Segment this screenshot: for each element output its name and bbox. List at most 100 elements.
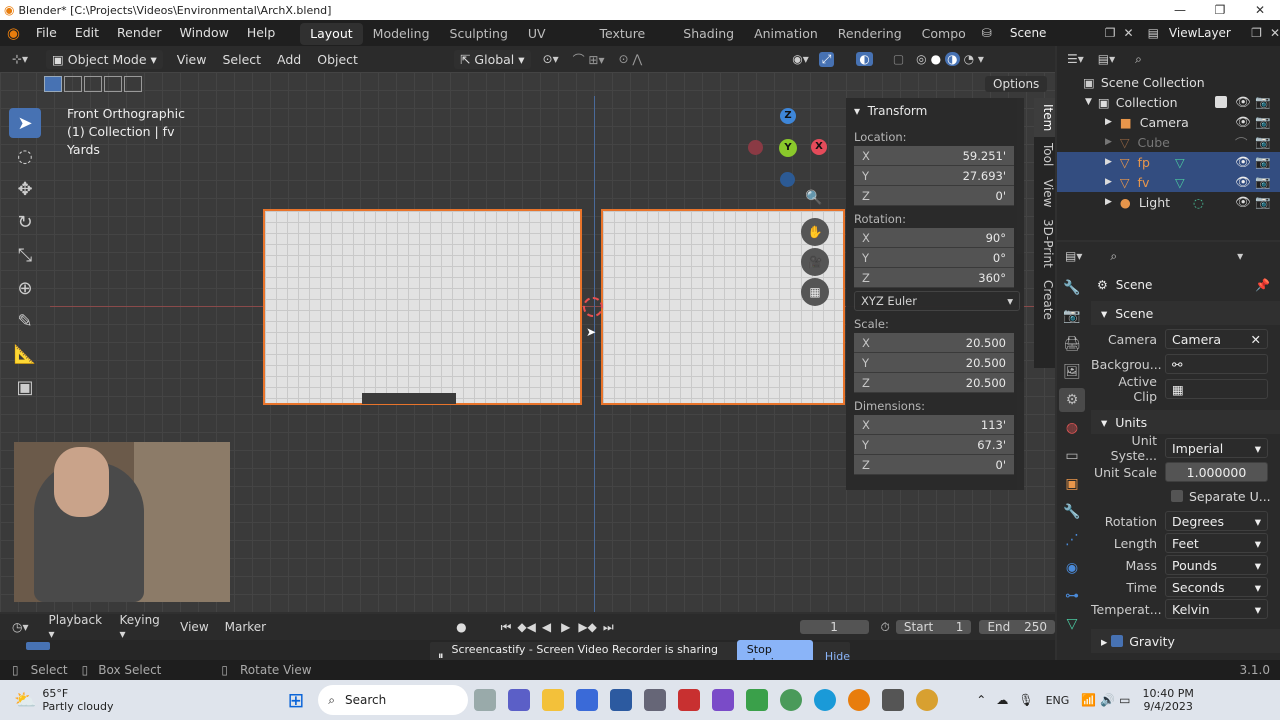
workspace-tab-texture-paint[interactable]: Texture Paint	[589, 23, 673, 63]
current-frame-field[interactable]: 1	[799, 620, 869, 634]
workspace-tab-modeling[interactable]: Modeling	[363, 23, 440, 45]
stopwatch-icon[interactable]: ⏱	[881, 620, 890, 635]
object-properties-icon[interactable]: ▣	[1059, 472, 1085, 496]
navigation-gizmo[interactable]: Z Y X	[745, 105, 835, 195]
jump-end-icon[interactable]: ⏭	[603, 620, 614, 635]
viewport-menu-object[interactable]: Object	[309, 52, 366, 67]
chrome-icon[interactable]	[780, 689, 803, 711]
playhead-marker[interactable]	[26, 642, 50, 650]
workspace-tab-uv-editing[interactable]: UV Editing	[518, 23, 590, 63]
outliner-display-mode-icon[interactable]: ▤▾	[1098, 52, 1115, 66]
data-properties-icon[interactable]: ▽	[1059, 612, 1085, 636]
onedrive-icon[interactable]: ☁	[996, 693, 1008, 707]
jump-start-icon[interactable]: ⏮	[501, 620, 512, 635]
scene-name[interactable]: Scene	[1010, 26, 1105, 40]
transform-orientation-dropdown[interactable]: ⇱ Global ▾	[453, 49, 531, 69]
outliner-item-cube[interactable]: ▶ ▽ Cube ⌒ 📷	[1057, 132, 1280, 152]
gravity-checkbox[interactable]	[1111, 635, 1124, 647]
outliner-item-light[interactable]: ▶ ● Light ◌ 👁 📷	[1057, 192, 1280, 212]
unit-system-dropdown[interactable]: Imperial ▾	[1165, 438, 1268, 458]
viewlayer-icon[interactable]: ▤	[1148, 26, 1159, 40]
unit-scale-field[interactable]: 1.000000	[1165, 462, 1268, 482]
shading-wireframe-icon[interactable]: ◎	[916, 52, 926, 66]
new-scene-icon[interactable]: ❐	[1105, 26, 1116, 40]
scale-tool-icon[interactable]: ⤡	[9, 240, 41, 270]
scene-selector-icon[interactable]: ⛁	[982, 26, 992, 40]
maximize-icon[interactable]: ❐	[1200, 0, 1240, 20]
sidebar-tab-item[interactable]: Item	[1034, 98, 1055, 138]
frame-end-field[interactable]: End 250	[979, 620, 1055, 634]
select-subtract-icon[interactable]	[84, 76, 102, 92]
weather-widget[interactable]: 65°F Partly cloudy	[42, 687, 113, 713]
overlay-toggle-icon[interactable]: ◐	[856, 52, 873, 66]
task-view-icon[interactable]	[474, 689, 497, 711]
visual-studio-icon[interactable]	[712, 689, 735, 711]
expand-arrow-icon[interactable]: ▼	[1085, 97, 1092, 107]
options-button[interactable]: Options	[985, 76, 1048, 92]
app-icon-red[interactable]	[678, 689, 701, 711]
gizmo-y-axis[interactable]: Y	[779, 139, 797, 157]
camera-render-icon[interactable]: 📷	[1255, 154, 1271, 170]
language-indicator[interactable]: ENG	[1046, 694, 1070, 707]
outliner-collection[interactable]: ▼ ▣ Collection 👁 📷	[1057, 92, 1280, 112]
transform-panel-header[interactable]: ▾ Transform	[846, 98, 1024, 124]
add-cube-tool-icon[interactable]: ▣	[9, 372, 41, 402]
particles-properties-icon[interactable]: ⋰	[1059, 528, 1085, 552]
gizmo-neg-z[interactable]	[780, 172, 795, 187]
expand-arrow-icon[interactable]: ▶	[1105, 117, 1112, 127]
separate-units-row[interactable]: Separate U...	[1091, 485, 1280, 507]
prev-keyframe-icon[interactable]: ◆◀	[517, 620, 535, 634]
render-properties-icon[interactable]: 📷	[1059, 304, 1085, 328]
rotation-mode-dropdown[interactable]: XYZ Euler ▾	[854, 291, 1020, 311]
menu-edit[interactable]: Edit	[66, 20, 108, 46]
rotation-units-dropdown[interactable]: Degrees ▾	[1165, 511, 1268, 531]
microphone-icon[interactable]: 🎙	[1018, 693, 1033, 707]
gizmo-neg-x[interactable]	[748, 140, 763, 155]
eye-hidden-icon[interactable]: ⌒	[1235, 133, 1248, 152]
workspace-tab-compositing[interactable]: Compo	[912, 23, 976, 45]
blender-taskbar-icon[interactable]	[848, 689, 871, 711]
timeline-menu-playback[interactable]: Playback ▾	[49, 613, 108, 641]
new-viewlayer-icon[interactable]: ❐	[1251, 26, 1262, 40]
separate-units-checkbox[interactable]	[1171, 490, 1183, 502]
outliner-editor-icon[interactable]: ☰▾	[1067, 52, 1084, 66]
app-icon-plane[interactable]	[644, 689, 667, 711]
remove-scene-icon[interactable]: ✕	[1124, 26, 1134, 40]
visibility-icon[interactable]: ◉▾	[792, 52, 809, 66]
camera-field[interactable]: Camera ✕	[1165, 329, 1268, 349]
eye-icon[interactable]: 👁	[1235, 194, 1251, 210]
close-icon[interactable]: ✕	[1240, 0, 1280, 20]
collection-properties-icon[interactable]: ▭	[1059, 444, 1085, 468]
include-checkbox-icon[interactable]	[1215, 96, 1227, 108]
outliner-scene-collection[interactable]: ▣ Scene Collection	[1057, 72, 1280, 92]
skype-icon[interactable]	[814, 689, 837, 711]
chrome-icon-2[interactable]	[916, 689, 939, 711]
zoom-icon[interactable]: 🔍	[805, 190, 822, 206]
eye-icon[interactable]: 👁	[1235, 174, 1251, 190]
taskbar-search-box[interactable]: ⌕ Search	[318, 685, 469, 715]
battery-icon[interactable]: ▭	[1119, 693, 1130, 707]
gizmo-x-axis[interactable]: X	[811, 139, 827, 155]
proportional-edit-icon[interactable]: ⊙ ⋀	[619, 52, 643, 66]
location-z-field[interactable]: Z 0'	[854, 186, 1014, 206]
floor-plan-plane-fp[interactable]	[263, 209, 582, 405]
eye-icon[interactable]: 👁	[1235, 114, 1251, 130]
sidebar-tab-create[interactable]: Create	[1034, 274, 1055, 326]
shading-solid-icon[interactable]: ●	[931, 52, 941, 66]
time-dropdown[interactable]: Seconds ▾	[1165, 577, 1268, 597]
ortho-toggle-icon[interactable]: ▦	[801, 278, 829, 306]
play-reverse-icon[interactable]: ◀	[542, 620, 551, 634]
select-intersect-icon[interactable]	[124, 76, 142, 92]
gravity-section-header[interactable]: ▸ Gravity	[1091, 629, 1280, 653]
eye-icon[interactable]: 👁	[1235, 94, 1251, 110]
properties-search-icon[interactable]: ⌕	[1110, 249, 1117, 264]
dimensions-x-field[interactable]: X 113'	[854, 415, 1014, 435]
record-icon[interactable]: ●	[456, 620, 466, 634]
app-icon-green[interactable]	[746, 689, 769, 711]
timeline-menu-keying[interactable]: Keying ▾	[119, 613, 166, 641]
tray-chevron-icon[interactable]: ⌃	[976, 693, 986, 707]
xray-icon[interactable]: ▢	[893, 52, 904, 66]
rotation-z-field[interactable]: Z 360°	[854, 268, 1014, 288]
scene-properties-icon[interactable]: ⚙	[1059, 388, 1085, 412]
outliner-item-camera[interactable]: ▶ ■ Camera 👁 📷	[1057, 112, 1280, 132]
